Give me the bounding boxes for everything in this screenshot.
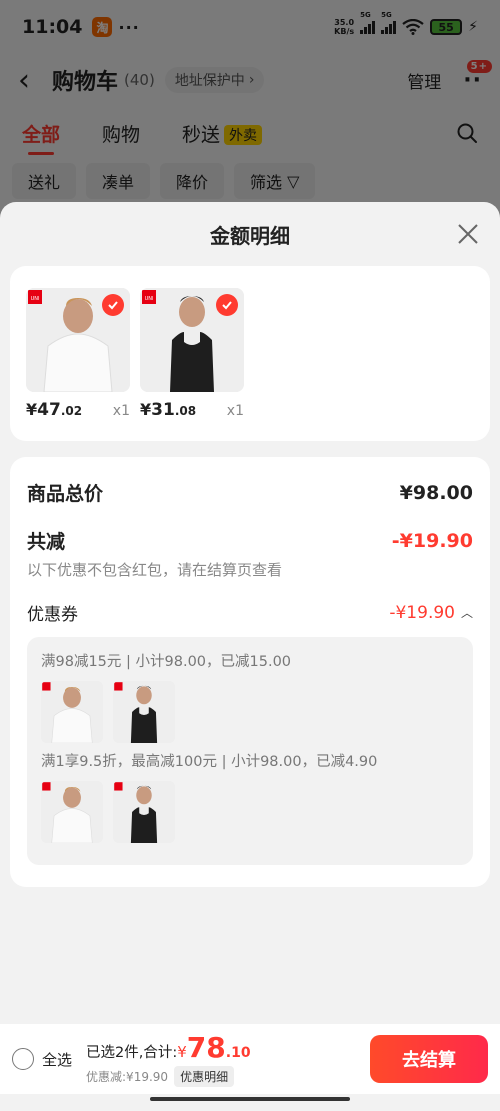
checkmark-icon xyxy=(102,294,124,316)
product-thumbnail xyxy=(41,681,103,743)
order-total: 已选2件,合计: ¥ 78 .10 xyxy=(86,1031,251,1064)
summary-prefix: 已选2件,合计: xyxy=(86,1045,178,1061)
svg-text:UNI: UNI xyxy=(31,296,40,302)
product-qty: x1 xyxy=(226,403,244,419)
white-tshirt-icon xyxy=(41,681,103,743)
total-discount-value: -¥19.90 xyxy=(391,529,473,552)
select-all-checkbox[interactable] xyxy=(12,1048,34,1070)
checkout-button[interactable]: 去结算 xyxy=(370,1035,488,1083)
product-price: ¥ 31 .08 x1 xyxy=(140,400,244,420)
promotion-title: 满98减15元 | 小计98.00，已减15.00 xyxy=(41,654,292,670)
coupon-label: 优惠券 xyxy=(27,605,78,625)
total-amount: 78 xyxy=(186,1031,226,1064)
discount-note: 以下优惠不包含红包，请在结算页查看 xyxy=(27,561,283,579)
amount-detail-sheet: 金额明细 UNI ¥ 47 .02 x1 UNI ¥ 31 .08 x1 商品总… xyxy=(0,202,500,1111)
product-image[interactable]: UNI xyxy=(26,288,130,392)
checkmark-icon xyxy=(216,294,238,316)
promotion-thumbnails xyxy=(41,781,459,843)
product-thumbnail xyxy=(113,781,175,843)
product-item[interactable]: UNI ¥ 31 .08 x1 xyxy=(140,288,258,420)
product-qty: x1 xyxy=(112,403,130,419)
modal-overlay[interactable] xyxy=(0,0,500,230)
order-summary: 已选2件,合计: ¥ 78 .10 优惠减:¥19.90 优惠明细 xyxy=(86,1031,251,1087)
promotion-thumbnails xyxy=(41,681,459,743)
product-item[interactable]: UNI ¥ 47 .02 x1 xyxy=(26,288,144,420)
selected-products-card: UNI ¥ 47 .02 x1 UNI ¥ 31 .08 x1 xyxy=(10,266,490,441)
black-tanktop-icon xyxy=(113,781,175,843)
total-price-value: ¥98.00 xyxy=(399,481,473,504)
svg-text:UNI: UNI xyxy=(145,296,154,302)
close-icon[interactable] xyxy=(456,222,480,246)
sheet-header: 金额明细 xyxy=(0,202,500,266)
product-price: ¥ 47 .02 x1 xyxy=(26,400,130,420)
total-price-row: 商品总价 ¥98.00 xyxy=(27,479,473,506)
checkout-bar: 全选 已选2件,合计: ¥ 78 .10 优惠减:¥19.90 优惠明细 去结算 xyxy=(0,1024,500,1094)
total-price-label: 商品总价 xyxy=(27,483,104,505)
select-all-label[interactable]: 全选 xyxy=(42,1049,72,1070)
discount-summary: 优惠减:¥19.90 优惠明细 xyxy=(86,1066,251,1087)
promotion-list: 满98减15元 | 小计98.00，已减15.00 满1享9.5折，最高减100… xyxy=(27,637,473,865)
amount-breakdown-card: 商品总价 ¥98.00 共减 -¥19.90 以下优惠不包含红包，请在结算页查看… xyxy=(10,457,490,887)
product-image[interactable]: UNI xyxy=(140,288,244,392)
home-indicator[interactable] xyxy=(150,1097,350,1101)
total-discount-row: 共减 -¥19.90 xyxy=(27,527,473,554)
promotion-title: 满1享9.5折，最高减100元 | 小计98.00，已减4.90 xyxy=(41,754,378,770)
coupon-row[interactable]: 优惠券 -¥19.90 ︿ xyxy=(27,600,473,626)
product-thumbnail xyxy=(41,781,103,843)
coupon-value[interactable]: -¥19.90 ︿ xyxy=(389,603,473,623)
black-tanktop-icon xyxy=(113,681,175,743)
white-tshirt-icon xyxy=(41,781,103,843)
total-discount-label: 共减 xyxy=(27,531,66,553)
chevron-up-icon: ︿ xyxy=(460,606,473,620)
discount-text: 优惠减:¥19.90 xyxy=(86,1070,169,1084)
product-thumbnail xyxy=(113,681,175,743)
sheet-title: 金额明细 xyxy=(210,223,290,248)
discount-detail-button[interactable]: 优惠明细 xyxy=(174,1066,235,1087)
